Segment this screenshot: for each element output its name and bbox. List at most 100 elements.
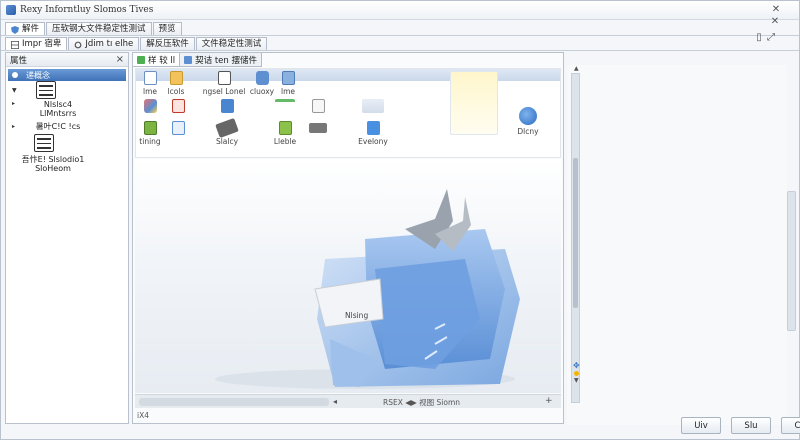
page-icon [217, 71, 231, 85]
shield-icon [11, 25, 19, 34]
button-uiv[interactable]: Uiv [681, 417, 721, 434]
status-left-label: iX4 [137, 411, 149, 420]
green-square-icon [137, 55, 145, 64]
outer-scrollbar[interactable] [787, 191, 796, 331]
ribbon-button-lme[interactable]: lme [276, 71, 300, 96]
gallery-icon [450, 71, 498, 135]
bullet-icon [12, 72, 18, 78]
scrollbar-thumb[interactable] [573, 158, 578, 308]
tab-sample[interactable]: 样 较 ll [133, 53, 181, 67]
folder-stack-illustration [215, 189, 520, 389]
tree-item-label[interactable]: Nlslsc4 LlMntsrrs [28, 100, 88, 118]
ribbon-button-dlcny[interactable]: Dlcny [512, 107, 544, 136]
chart-icon [366, 121, 380, 135]
tab-files[interactable]: 解件 [5, 22, 46, 36]
ribbon-label: lcols [167, 87, 185, 96]
main-tabs: 样 较 ll 契诘 ten 摆储件 [133, 53, 262, 67]
tree-item-selected[interactable]: 递概念 [8, 69, 126, 81]
ribbon-label: tining [139, 137, 161, 146]
app-window: Rexy Inforntluy Slomos Tives ✕ 解件 压软钢大文件… [0, 0, 800, 440]
list-icon[interactable] [34, 134, 54, 152]
preview-canvas: Nlsing [135, 159, 561, 393]
window-icon [171, 121, 185, 135]
ribbon-button-gallery[interactable] [448, 71, 500, 137]
tab-edit[interactable]: Jdim tı elhe [68, 37, 140, 51]
ribbon-button-lleble[interactable]: Lleble [270, 99, 300, 146]
maximize-icon[interactable]: ⤢ [765, 32, 777, 43]
frame-icon [362, 99, 384, 113]
card-label: Nlsing [345, 311, 369, 320]
ribbon-button-new[interactable]: lme [138, 71, 162, 96]
ribbon-button-panel[interactable]: ngsel Lonel [202, 71, 246, 96]
square-icon [311, 99, 325, 113]
tool-tabs: Impr 宿卑 Jdim tı elhe 解反压软件 文件稳定性测试 [5, 36, 268, 51]
tab-decompress[interactable]: 解反压软件 [140, 37, 195, 51]
button-cw[interactable]: Cw [781, 417, 800, 434]
ribbon-toolbar: lme lcols ngsel Lonel cluoxy lme tining … [135, 68, 561, 158]
cylinder-icon [255, 71, 269, 85]
ribbon-label: Evelony [358, 137, 388, 146]
horizontal-scrollbar[interactable] [139, 398, 329, 406]
folder-icon [169, 71, 183, 85]
ribbon-label: lme [280, 87, 295, 96]
panel-controls: ▯ ⤢ [753, 32, 777, 43]
expand-arrow-icon[interactable]: ▸ [12, 123, 15, 130]
properties-panel-header: 属性 × [6, 53, 128, 67]
status-text: RSEX ◀▶ 视图 Siomn [383, 398, 461, 407]
zoom-in-icon[interactable]: + [545, 396, 553, 406]
vertical-scrollbar[interactable] [571, 73, 580, 403]
tab-storage[interactable]: 契诘 ten 摆储件 [180, 53, 262, 67]
tab-label: 样 较 ll [148, 55, 176, 66]
tab-file-test[interactable]: 文件稳定性测试 [195, 37, 268, 51]
dialog-buttons: Uiv Slu Cw [681, 417, 800, 434]
expand-arrow-icon[interactable]: ▸ [12, 100, 15, 107]
tab-import[interactable]: Impr 宿卑 [5, 37, 68, 51]
ribbon-button-timing[interactable]: tining [138, 99, 162, 146]
image-icon [278, 121, 292, 135]
gear-icon [74, 41, 82, 48]
tape-icon [215, 118, 239, 138]
ribbon-button-evelony[interactable]: Evelony [358, 99, 388, 146]
ribbon-label: cluoxy [249, 87, 275, 96]
status-bar: ◂ RSEX ◀▶ 视图 Siomn + [135, 394, 561, 408]
ribbon-button-cols[interactable]: lcols [164, 71, 188, 96]
ribbon-label: Lleble [273, 137, 297, 146]
tab-preview[interactable]: 预览 [152, 22, 182, 36]
phone-icon [281, 71, 295, 85]
ribbon-button-slalcy[interactable]: Slalcy [212, 99, 242, 146]
app-icon [6, 5, 16, 15]
scroll-down-icon[interactable]: ▼ [574, 377, 579, 384]
tree-item-label: 递概念 [26, 70, 50, 80]
tree-item-label[interactable]: 暑叶C!C !cs [28, 122, 88, 131]
warning-dot-icon [574, 371, 579, 376]
edit-icon [143, 121, 157, 135]
document-tabs: 解件 压软钢大文件稳定性测试 预览 [5, 21, 183, 36]
tree-item-label[interactable]: 吾忭E! Slslodio1 SloHeom [18, 155, 88, 173]
ribbon-label: Slalcy [215, 137, 239, 146]
right-panel: ▲ ✥ ▼ [567, 65, 796, 425]
move-icon[interactable]: ✥ [573, 361, 580, 370]
divider [1, 50, 799, 51]
ribbon-label: Dlcny [517, 127, 539, 136]
expand-arrow-icon[interactable]: ▼ [12, 87, 17, 94]
sheet-icon [275, 99, 295, 113]
scroll-arrow-icon[interactable]: ◂ [333, 397, 337, 406]
document-list-icon[interactable] [36, 81, 56, 99]
button-slu[interactable]: Slu [731, 417, 771, 434]
ribbon-button-charts[interactable] [166, 99, 190, 137]
scroll-up-icon[interactable]: ▲ [574, 65, 579, 72]
main-panel: 样 较 ll 契诘 ten 摆储件 lme lcols ngsel Lonel [132, 52, 564, 424]
document-icon [143, 71, 157, 85]
globe-icon [519, 107, 537, 125]
tab-stability-test[interactable]: 压软钢大文件稳定性测试 [46, 22, 152, 36]
ribbon-button-cloud[interactable]: cluoxy [248, 71, 276, 96]
table-icon [220, 99, 234, 113]
close-icon[interactable]: ✕ [769, 3, 783, 17]
close-icon[interactable]: × [116, 54, 124, 65]
shapes-icon [143, 99, 157, 113]
close-icon[interactable]: ✕ [769, 16, 781, 27]
panel-title: 属性 [10, 55, 28, 66]
ribbon-button-boxes[interactable] [306, 99, 330, 135]
restore-icon[interactable]: ▯ [753, 32, 765, 43]
disk-icon [184, 55, 193, 64]
